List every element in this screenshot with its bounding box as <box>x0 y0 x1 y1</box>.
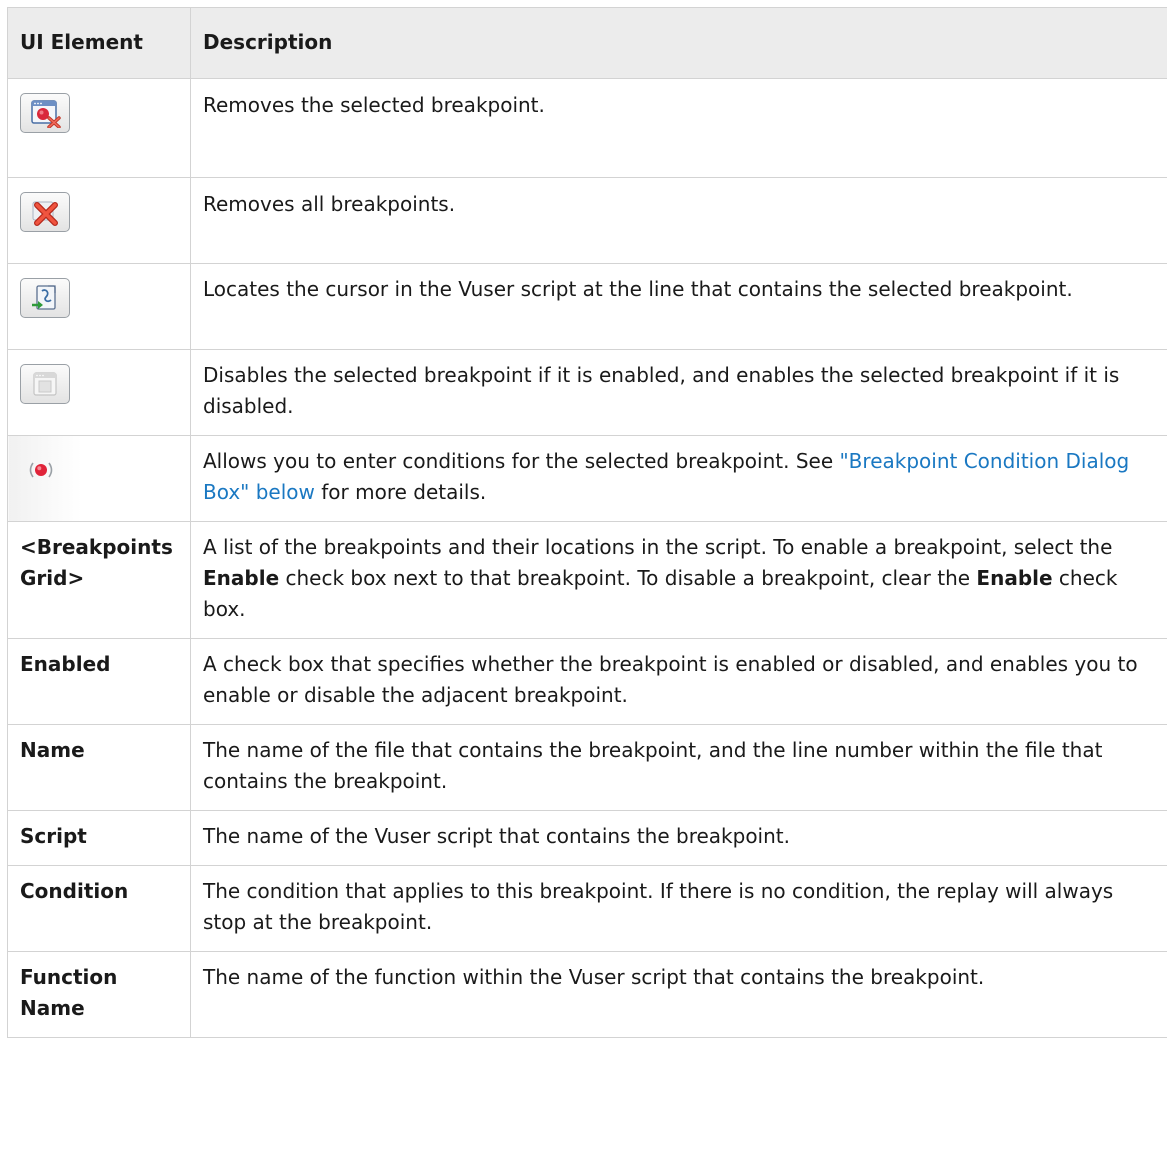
bold-term-enable: Enable <box>203 566 280 590</box>
description-text: Allows you to enter conditions for the s… <box>203 449 840 473</box>
table-row: Disables the selected breakpoint if it i… <box>7 349 1167 436</box>
description-cell: Removes the selected breakpoint. <box>190 78 1167 178</box>
description-text: for more details. <box>314 480 487 504</box>
locate-breakpoint-icon <box>20 278 70 318</box>
description-text: check box next to that breakpoint. To di… <box>279 566 977 590</box>
description-cell: Removes all breakpoints. <box>190 177 1167 264</box>
ui-element-cell: <Breakpoints Grid> <box>7 521 191 639</box>
ui-element-cell <box>7 435 191 522</box>
table-row: Function Name The name of the function w… <box>7 951 1167 1038</box>
ui-element-cell: Condition <box>7 865 191 952</box>
column-header-description: Description <box>190 7 1167 79</box>
remove-all-breakpoints-icon <box>20 192 70 232</box>
description-cell: The name of the Vuser script that contai… <box>190 810 1167 866</box>
table-header-row: UI Element Description <box>7 7 1167 79</box>
table-row: Removes all breakpoints. <box>7 177 1167 264</box>
description-cell: A list of the breakpoints and their loca… <box>190 521 1167 639</box>
ui-element-cell: Enabled <box>7 638 191 725</box>
description-text: A list of the breakpoints and their loca… <box>203 535 1113 559</box>
table-row: Name The name of the file that contains … <box>7 724 1167 811</box>
ui-element-cell <box>7 78 191 178</box>
description-cell: The condition that applies to this break… <box>190 865 1167 952</box>
ui-element-cell <box>7 177 191 264</box>
table-row: <Breakpoints Grid> A list of the breakpo… <box>7 521 1167 639</box>
table-row: Condition The condition that applies to … <box>7 865 1167 952</box>
breakpoint-condition-icon <box>20 450 60 490</box>
description-cell: Disables the selected breakpoint if it i… <box>190 349 1167 436</box>
description-cell: A check box that specifies whether the b… <box>190 638 1167 725</box>
description-cell: Allows you to enter conditions for the s… <box>190 435 1167 522</box>
column-header-ui-element: UI Element <box>7 7 191 79</box>
table-row: Allows you to enter conditions for the s… <box>7 435 1167 522</box>
toggle-breakpoint-icon <box>20 364 70 404</box>
bold-term-enable: Enable <box>976 566 1053 590</box>
table-row: Enabled A check box that specifies wheth… <box>7 638 1167 725</box>
ui-element-cell: Name <box>7 724 191 811</box>
ui-elements-table: UI Element Description Removes the selec… <box>7 7 1167 1038</box>
ui-element-cell <box>7 349 191 436</box>
table-row: Locates the cursor in the Vuser script a… <box>7 263 1167 350</box>
ui-element-cell <box>7 263 191 350</box>
ui-element-cell: Script <box>7 810 191 866</box>
description-cell: The name of the file that contains the b… <box>190 724 1167 811</box>
table-row: Removes the selected breakpoint. <box>7 78 1167 178</box>
description-cell: Locates the cursor in the Vuser script a… <box>190 263 1167 350</box>
remove-breakpoint-icon <box>20 93 70 133</box>
description-cell: The name of the function within the Vuse… <box>190 951 1167 1038</box>
ui-element-cell: Function Name <box>7 951 191 1038</box>
table-row: Script The name of the Vuser script that… <box>7 810 1167 866</box>
